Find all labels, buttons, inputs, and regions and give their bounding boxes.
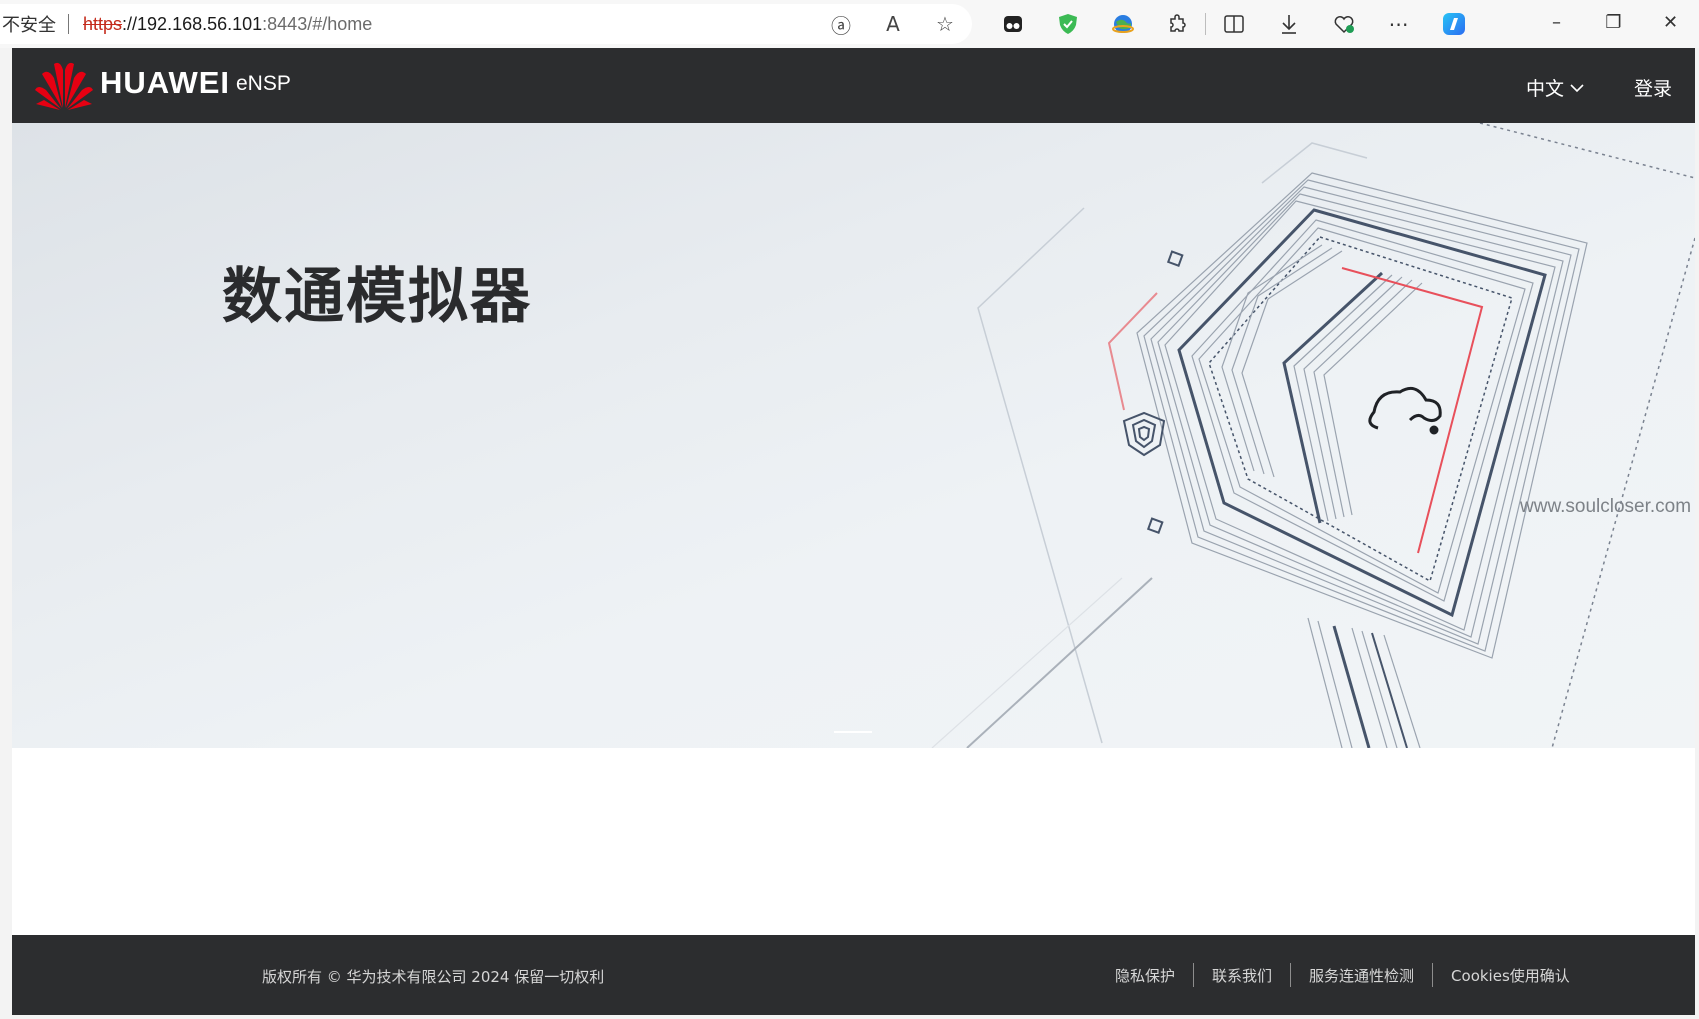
downloads-icon[interactable] — [1261, 4, 1316, 44]
web-page: HUAWEI eNSP 中文 登录 数通模拟器 www.soulcloser.c… — [12, 48, 1695, 1015]
site-header: HUAWEI eNSP 中文 登录 — [12, 48, 1695, 123]
contact-link[interactable]: 联系我们 — [1194, 965, 1290, 986]
login-link[interactable]: 登录 — [1634, 74, 1672, 101]
hero-title: 数通模拟器 — [222, 262, 532, 332]
product-name: eNSP — [236, 72, 291, 95]
network-illustration — [931, 123, 1695, 748]
watermark-text: www.soulcloser.com — [1520, 496, 1692, 517]
language-label: 中文 — [1526, 78, 1565, 100]
privacy-link[interactable]: 隐私保护 — [1097, 965, 1193, 986]
connectivity-test-link[interactable]: 服务连通性检测 — [1291, 965, 1432, 986]
not-secure-label[interactable]: 不安全 — [0, 11, 56, 37]
minimize-icon[interactable]: – — [1528, 0, 1585, 44]
hero-banner: 数通模拟器 www.soulcloser.com — [12, 123, 1695, 748]
brand-name[interactable]: HUAWEI — [100, 65, 230, 101]
browser-toolbar: 不安全 https://192.168.56.101:8443/#/home ⓐ… — [0, 0, 1699, 48]
footer-links: 隐私保护 联系我们 服务连通性检测 Cookies使用确认 — [1097, 955, 1588, 995]
extension-mask-icon[interactable] — [985, 4, 1040, 44]
carousel-indicator[interactable] — [834, 731, 872, 733]
close-icon[interactable]: ✕ — [1642, 0, 1699, 44]
split-screen-icon[interactable] — [1206, 4, 1261, 44]
copyright-text: 版权所有 © 华为技术有限公司 2024 保留一切权利 — [262, 968, 605, 986]
language-selector[interactable]: 中文 — [1526, 74, 1584, 101]
read-aloud-icon[interactable]: A — [880, 12, 906, 36]
chevron-down-icon — [1570, 83, 1584, 92]
url-scheme: https — [83, 13, 123, 34]
browser-essentials-icon[interactable] — [1316, 4, 1371, 44]
shield-extension-icon[interactable] — [1040, 4, 1095, 44]
restore-icon[interactable]: ❐ — [1585, 0, 1642, 44]
address-separator — [68, 14, 69, 34]
url-host: ://192.168.56.101 — [122, 13, 263, 34]
cookies-link[interactable]: Cookies使用确认 — [1433, 965, 1588, 986]
url-path: :8443/#/home — [262, 13, 373, 34]
copilot-icon[interactable] — [1426, 4, 1481, 44]
translate-icon[interactable]: ⓐ — [828, 10, 854, 39]
more-options-icon[interactable]: ⋯ — [1371, 4, 1426, 44]
favorite-star-icon[interactable]: ☆ — [932, 12, 958, 36]
huawei-logo-icon[interactable] — [34, 56, 94, 112]
url-text[interactable]: https://192.168.56.101:8443/#/home — [83, 14, 372, 35]
extensions-puzzle-icon[interactable] — [1150, 4, 1205, 44]
site-footer: 版权所有 © 华为技术有限公司 2024 保留一切权利 隐私保护 联系我们 服务… — [12, 935, 1695, 1015]
globe-extension-icon[interactable] — [1095, 4, 1150, 44]
address-bar[interactable]: 不安全 https://192.168.56.101:8443/#/home ⓐ… — [0, 4, 972, 44]
